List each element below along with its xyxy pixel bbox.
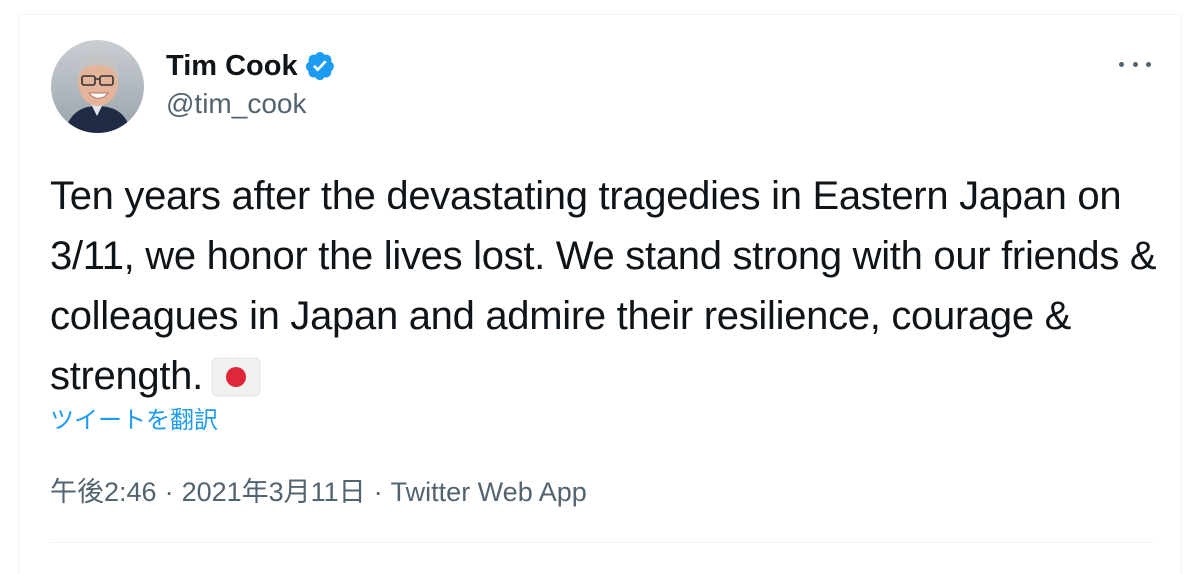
tweet-time[interactable]: 午後2:46: [50, 477, 157, 507]
japan-flag-emoji: [211, 354, 261, 397]
tweet-source[interactable]: Twitter Web App: [391, 477, 587, 507]
author-name-row[interactable]: Tim Cook: [166, 49, 336, 83]
tweet-date[interactable]: 2021年3月11日: [182, 477, 366, 507]
tweet-metadata: 午後2:46 · 2021年3月11日 · Twitter Web App: [50, 476, 587, 508]
tweet-body: Ten years after the devastating tragedie…: [50, 166, 1160, 406]
separator: ·: [164, 477, 174, 507]
dot: [1146, 61, 1151, 67]
author-handle[interactable]: @tim_cook: [166, 88, 306, 120]
avatar[interactable]: [51, 40, 144, 133]
translate-tweet-link[interactable]: ツイートを翻訳: [50, 406, 218, 436]
dot: [1132, 61, 1138, 67]
divider: [50, 542, 1154, 543]
verified-badge-icon: [304, 50, 336, 82]
dot: [1119, 61, 1124, 67]
separator: ·: [373, 477, 383, 507]
author-name[interactable]: Tim Cook: [166, 49, 298, 83]
more-options-icon[interactable]: [1119, 52, 1151, 76]
